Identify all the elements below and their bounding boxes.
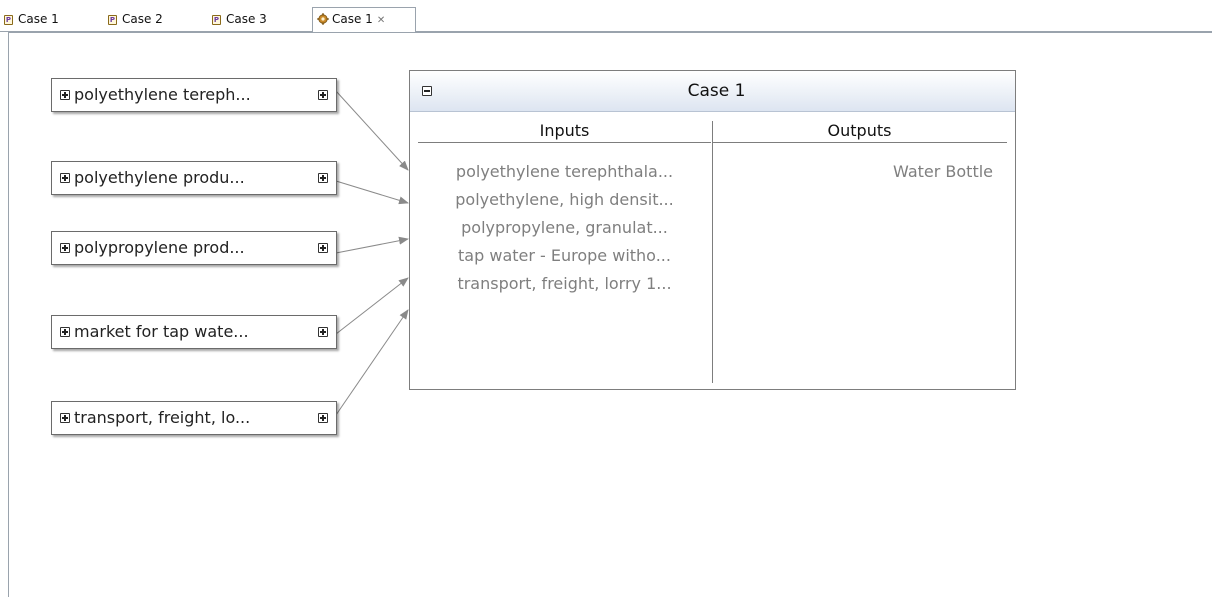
expand-icon[interactable]: [318, 327, 328, 337]
process-node[interactable]: Case 1 Inputs Outputs polyethylene terep…: [409, 70, 1016, 390]
outputs-list: Water Bottle: [713, 160, 993, 188]
process-icon: P: [4, 15, 13, 25]
expand-icon[interactable]: [60, 413, 70, 423]
expand-icon[interactable]: [60, 327, 70, 337]
tab-label: Case 1: [332, 12, 373, 26]
outputs-header: Outputs: [827, 121, 892, 140]
inputs-list: polyethylene terephthala... polyethylene…: [418, 160, 711, 300]
process-header: Case 1: [410, 71, 1015, 112]
provider-node[interactable]: transport, freight, lo...: [51, 401, 337, 435]
tab-label: Case 3: [226, 12, 267, 26]
provider-label: polyethylene produ...: [74, 168, 245, 187]
input-exchange[interactable]: polyethylene terephthala...: [418, 160, 711, 188]
input-exchange[interactable]: transport, freight, lorry 1...: [418, 272, 711, 300]
provider-label: transport, freight, lo...: [74, 408, 251, 427]
provider-node[interactable]: market for tap wate...: [51, 315, 337, 349]
graph-gear-icon: [317, 13, 329, 25]
outputs-header-rule: [713, 142, 1007, 143]
provider-label: market for tap wate...: [74, 322, 249, 341]
input-exchange[interactable]: tap water - Europe witho...: [418, 244, 711, 272]
expand-icon[interactable]: [60, 173, 70, 183]
provider-label: polyethylene tereph...: [74, 85, 251, 104]
process-icon: P: [212, 15, 221, 25]
inputs-header: Inputs: [539, 121, 590, 140]
tab-case-2-process[interactable]: P Case 2: [104, 8, 208, 31]
editor-tab-bar: P Case 1 P Case 2 P Case 3 Case 1 ✕: [0, 0, 1212, 32]
expand-icon[interactable]: [60, 243, 70, 253]
close-icon[interactable]: ✕: [377, 15, 385, 26]
expand-icon[interactable]: [60, 90, 70, 100]
expand-icon[interactable]: [318, 90, 328, 100]
input-exchange[interactable]: polyethylene, high densit...: [418, 188, 711, 216]
tab-case-3-process[interactable]: P Case 3: [208, 8, 312, 31]
tab-case-1-graph[interactable]: Case 1 ✕: [312, 7, 416, 32]
provider-node[interactable]: polyethylene tereph...: [51, 78, 337, 112]
provider-label: polypropylene prod...: [74, 238, 245, 257]
inputs-header-rule: [418, 142, 711, 143]
process-title: Case 1: [687, 81, 746, 101]
input-exchange[interactable]: polypropylene, granulat...: [418, 216, 711, 244]
expand-icon[interactable]: [318, 413, 328, 423]
expand-icon[interactable]: [318, 173, 328, 183]
output-exchange[interactable]: Water Bottle: [713, 160, 993, 188]
tab-case-1-process[interactable]: P Case 1: [0, 8, 104, 31]
provider-node[interactable]: polypropylene prod...: [51, 231, 337, 265]
process-icon: P: [108, 15, 117, 25]
tab-label: Case 2: [122, 12, 163, 26]
provider-node[interactable]: polyethylene produ...: [51, 161, 337, 195]
tab-label: Case 1: [18, 12, 59, 26]
expand-icon[interactable]: [318, 243, 328, 253]
collapse-icon[interactable]: [422, 86, 432, 96]
